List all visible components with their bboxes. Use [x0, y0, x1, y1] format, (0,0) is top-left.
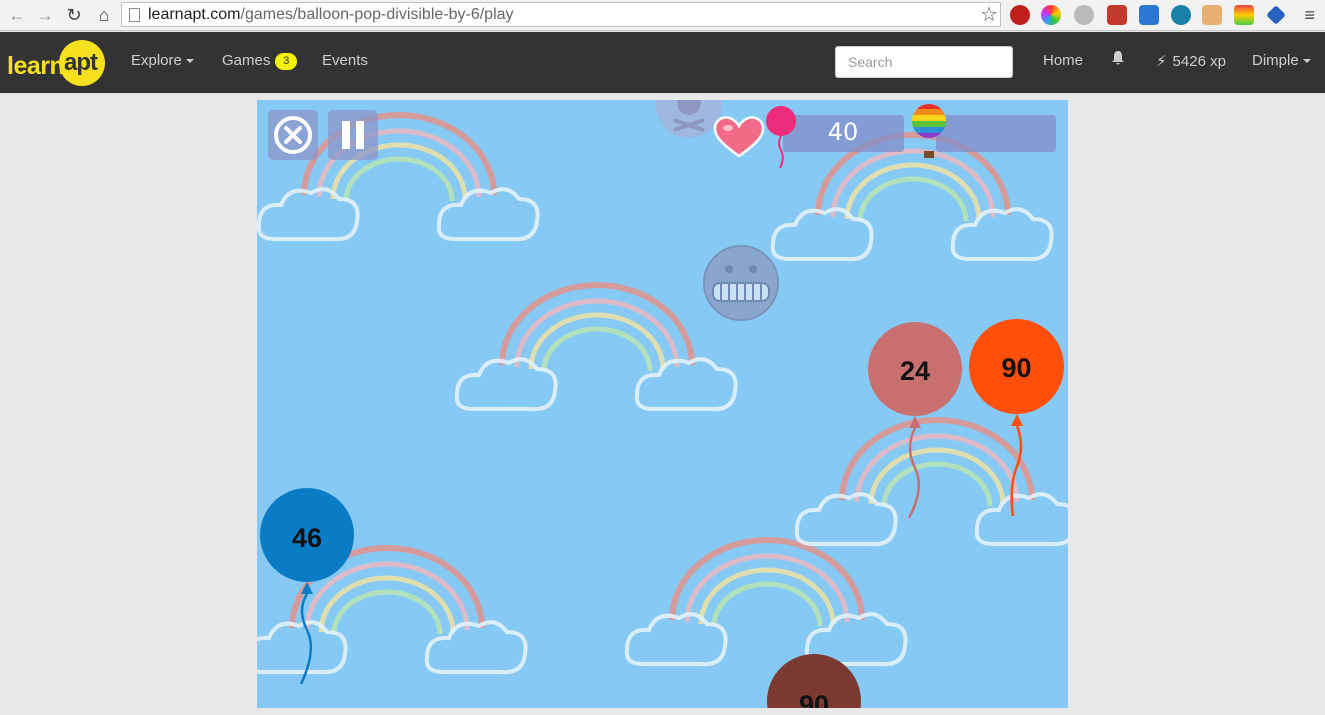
- lightning-icon: ⚡︎: [1156, 53, 1167, 70]
- extension-quote-icon[interactable]: [1074, 5, 1094, 25]
- balloon-string: [299, 582, 313, 685]
- extension-stop-icon[interactable]: [1010, 5, 1030, 25]
- frozen-face-icon[interactable]: [701, 243, 781, 323]
- learnapt-logo[interactable]: learn apt: [7, 40, 111, 86]
- bookmark-star-icon[interactable]: ☆: [980, 3, 998, 27]
- close-button[interactable]: [268, 110, 318, 160]
- extension-color-wheel-icon[interactable]: [1041, 5, 1061, 25]
- logo-text: learn: [7, 52, 65, 80]
- progress-bar: [936, 115, 1056, 152]
- balloon-46[interactable]: 46: [260, 488, 354, 582]
- back-arrow-icon[interactable]: ←: [6, 4, 28, 26]
- nav-explore[interactable]: Explore: [131, 52, 194, 69]
- logo-badge-text: apt: [64, 49, 98, 76]
- nav-games-label: Games: [222, 52, 271, 69]
- nav-xp[interactable]: ⚡︎ 5426 xp: [1156, 52, 1226, 70]
- hot-air-balloon-icon: [912, 104, 946, 158]
- heart-icon: [713, 116, 765, 158]
- close-icon: [274, 116, 312, 154]
- nav-user[interactable]: Dimple: [1252, 52, 1311, 69]
- bell-icon[interactable]: [1111, 50, 1125, 70]
- browser-toolbar: ← → ↻ ⌂ learnapt.com/games/balloon-pop-d…: [0, 0, 1325, 31]
- score-value: 40: [827, 118, 859, 146]
- nav-home[interactable]: Home: [1043, 52, 1083, 69]
- reload-icon[interactable]: ↻: [63, 4, 85, 26]
- xp-label: 5426 xp: [1172, 53, 1226, 70]
- search-input[interactable]: [835, 46, 1013, 78]
- extension-window-icon[interactable]: [1139, 5, 1159, 25]
- address-bar[interactable]: learnapt.com/games/balloon-pop-divisible…: [121, 2, 1001, 27]
- balloon-icon: [766, 106, 796, 169]
- extension-diamond-icon[interactable]: [1266, 5, 1286, 25]
- site-navbar: learn apt Explore Games3 Events Home ⚡︎ 5…: [0, 32, 1325, 93]
- pause-button[interactable]: [328, 110, 378, 160]
- page-icon: [129, 8, 140, 22]
- balloon-label: 90: [1001, 353, 1032, 383]
- nav-games[interactable]: Games 3: [222, 52, 298, 70]
- browser-menu-icon[interactable]: ≡: [1304, 5, 1315, 26]
- extension-circle-icon[interactable]: [1171, 5, 1191, 25]
- extension-face-icon[interactable]: [1202, 5, 1222, 25]
- url-text: learnapt.com/games/balloon-pop-divisible…: [148, 6, 514, 24]
- pause-icon: [342, 121, 364, 149]
- chevron-down-icon: [1302, 59, 1311, 64]
- nav-explore-label: Explore: [131, 52, 182, 69]
- nav-events[interactable]: Events: [322, 52, 368, 69]
- url-host: learnapt.com: [148, 6, 241, 23]
- games-count-badge: 3: [275, 53, 298, 70]
- extension-rainbow-icon[interactable]: [1234, 5, 1254, 25]
- balloon-label: 90: [798, 690, 830, 708]
- extension-book-icon[interactable]: [1107, 5, 1127, 25]
- game-canvas[interactable]: 40 24 90 46 90: [257, 100, 1068, 708]
- user-label: Dimple: [1252, 52, 1299, 69]
- forward-arrow-icon[interactable]: →: [34, 4, 56, 26]
- balloon-label: 46: [291, 523, 323, 553]
- url-path: /games/balloon-pop-divisible-by-6/play: [240, 6, 514, 23]
- balloon-string: [907, 416, 921, 519]
- balloon-24[interactable]: 24: [868, 322, 962, 416]
- balloon-90[interactable]: 90: [969, 319, 1064, 414]
- balloon-string: [1010, 414, 1023, 517]
- balloon-label: 24: [899, 356, 931, 386]
- chevron-down-icon: [185, 59, 194, 64]
- home-icon[interactable]: ⌂: [93, 4, 115, 26]
